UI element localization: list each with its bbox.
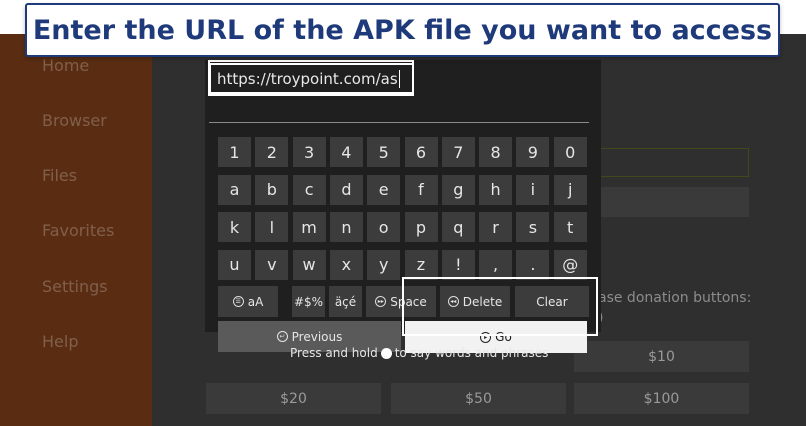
key[interactable]: 6 xyxy=(404,137,438,167)
key[interactable]: 5 xyxy=(367,137,401,167)
key[interactable]: z xyxy=(404,249,438,280)
key[interactable]: p xyxy=(404,212,438,242)
key[interactable]: , xyxy=(479,249,513,280)
key[interactable]: x xyxy=(329,249,363,280)
key[interactable]: f xyxy=(404,174,438,205)
key[interactable]: n xyxy=(329,212,363,242)
url-input-highlight xyxy=(208,60,414,96)
key[interactable]: 1 xyxy=(218,137,251,167)
key[interactable]: j xyxy=(553,174,587,205)
key[interactable]: e xyxy=(367,174,401,205)
key[interactable]: s xyxy=(516,212,550,242)
key[interactable]: h xyxy=(479,174,513,205)
background-text-field[interactable] xyxy=(596,148,749,177)
go-button-highlight xyxy=(402,277,598,336)
voice-hint-after: to say words and phrases xyxy=(394,346,549,360)
input-underline xyxy=(209,122,589,123)
donation-100-button[interactable]: $100 xyxy=(574,383,749,414)
key[interactable]: l xyxy=(255,212,289,242)
key[interactable]: . xyxy=(516,249,550,280)
previous-button-label: Previous xyxy=(291,329,343,344)
voice-hint: Press and hold to say words and phrases xyxy=(290,346,548,360)
key[interactable]: u xyxy=(218,249,251,280)
voice-hint-before: Press and hold xyxy=(290,346,378,360)
donation-10-button[interactable]: $10 xyxy=(574,341,749,372)
key[interactable]: v xyxy=(255,249,289,280)
key[interactable]: o xyxy=(367,212,401,242)
key[interactable]: 4 xyxy=(329,137,363,167)
key[interactable]: 7 xyxy=(441,137,475,167)
case-toggle-label: aA xyxy=(247,294,264,309)
key[interactable]: a xyxy=(218,174,251,205)
key[interactable]: r xyxy=(479,212,513,242)
key[interactable]: w xyxy=(292,249,326,280)
accents-key[interactable]: äçé xyxy=(329,286,362,317)
key[interactable]: i xyxy=(516,174,550,205)
sidebar-item-help[interactable]: Help xyxy=(42,332,78,351)
key[interactable]: 3 xyxy=(292,137,326,167)
play-pause-icon: ☰ xyxy=(232,296,244,307)
donation-50-button[interactable]: $50 xyxy=(391,383,566,414)
key[interactable]: @ xyxy=(553,249,587,280)
sidebar-item-browser[interactable]: Browser xyxy=(42,111,107,130)
donation-text: ase donation buttons: xyxy=(598,290,752,306)
sidebar-item-home[interactable]: Home xyxy=(42,56,89,75)
key[interactable]: c xyxy=(292,174,326,205)
key[interactable]: g xyxy=(441,174,475,205)
instruction-banner: Enter the URL of the APK file you want t… xyxy=(25,3,780,57)
sidebar-item-settings[interactable]: Settings xyxy=(42,277,108,296)
symbols-key[interactable]: #$% xyxy=(292,286,325,317)
key[interactable]: 0 xyxy=(553,137,587,167)
key[interactable]: 8 xyxy=(479,137,513,167)
key[interactable]: t xyxy=(553,212,587,242)
key[interactable]: d xyxy=(329,174,363,205)
key[interactable]: 9 xyxy=(516,137,550,167)
back-icon: ↩ xyxy=(276,331,288,342)
donation-20-button[interactable]: $20 xyxy=(206,383,381,414)
sidebar-item-files[interactable]: Files xyxy=(42,166,77,185)
key[interactable]: ! xyxy=(441,249,475,280)
key[interactable]: b xyxy=(255,174,289,205)
microphone-icon xyxy=(380,347,392,359)
key[interactable]: y xyxy=(367,249,401,280)
sidebar-item-favorites[interactable]: Favorites xyxy=(42,221,114,240)
sidebar: Home Browser Files Favorites Settings He… xyxy=(0,34,152,426)
key[interactable]: k xyxy=(218,212,251,242)
key[interactable]: 2 xyxy=(255,137,289,167)
key[interactable]: m xyxy=(292,212,326,242)
background-button[interactable] xyxy=(596,187,749,217)
key[interactable]: q xyxy=(441,212,475,242)
case-toggle-key[interactable]: ☰ aA xyxy=(218,286,278,317)
fast-forward-icon: ▸▸ xyxy=(375,296,387,307)
